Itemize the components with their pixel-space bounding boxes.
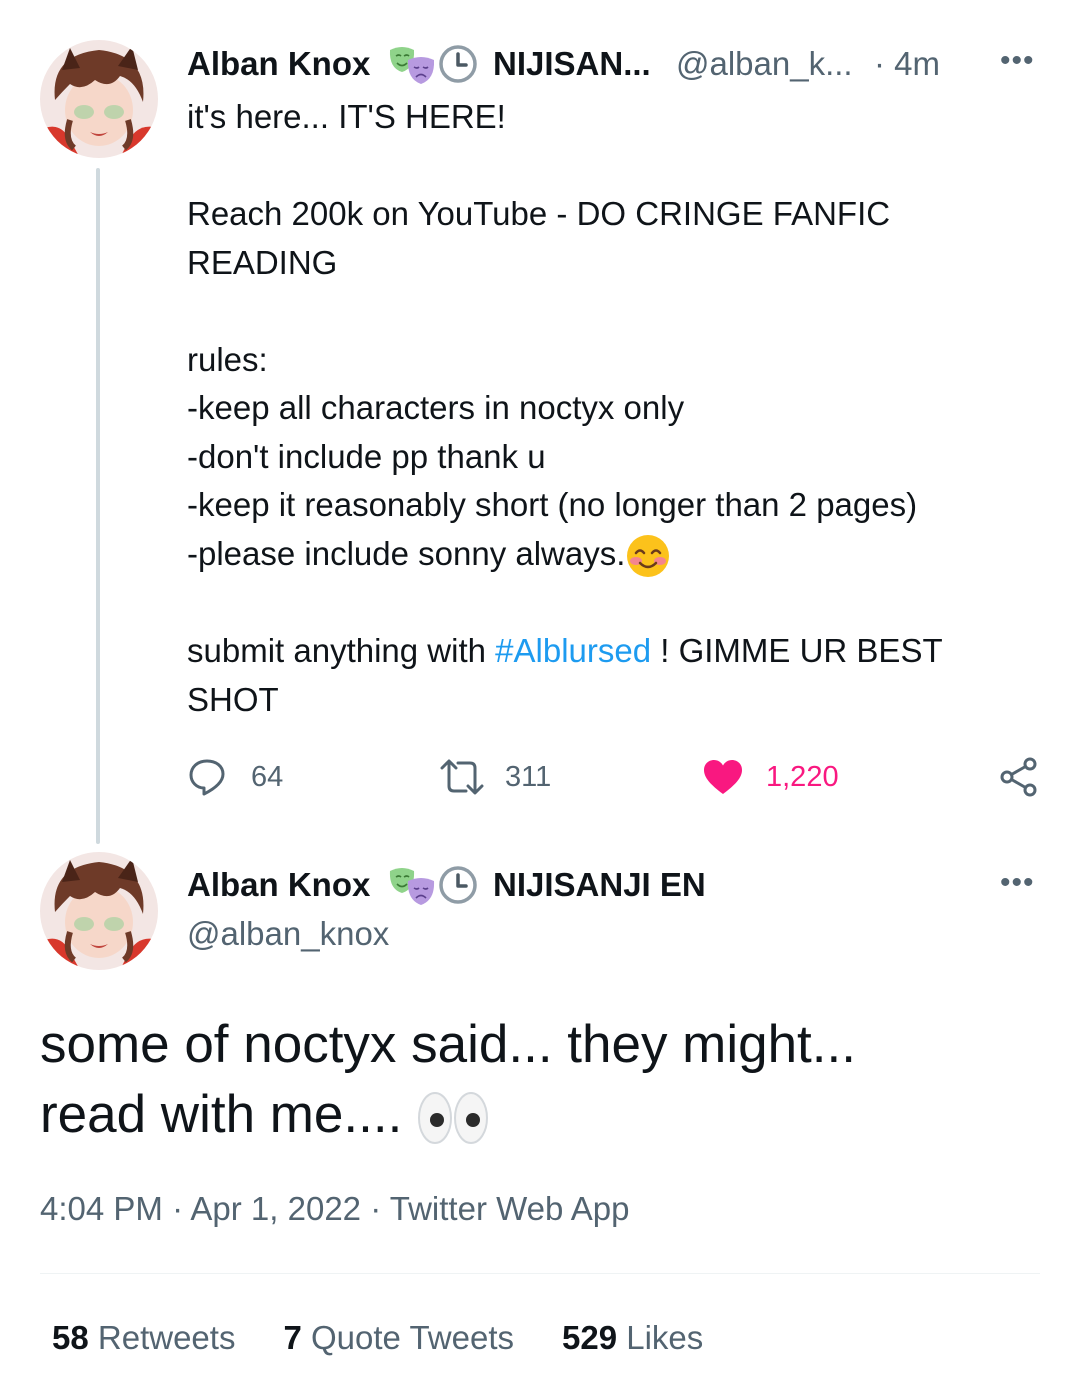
tweet-text: ! GIMME UR BEST (651, 632, 943, 670)
smiling-face-emoji (627, 534, 670, 577)
retweet-count: 311 (505, 760, 552, 793)
tweet-line: SHOT (187, 680, 279, 718)
tweet-line: -keep all characters in noctyx only (187, 389, 685, 426)
quotes-count: 7 (283, 1319, 302, 1356)
heart-icon (704, 760, 742, 794)
clock-icon (438, 44, 478, 84)
hashtag-link[interactable]: #Alblursed (495, 632, 651, 669)
reply-count: 64 (251, 760, 284, 793)
divider (40, 1273, 1040, 1274)
author-handle[interactable]: @alban_knox (187, 915, 389, 953)
author-avatar[interactable] (40, 852, 158, 970)
tweet-line: rules: (187, 340, 268, 378)
reply-icon (189, 759, 225, 796)
author-name[interactable]: Alban Knox (187, 45, 370, 83)
quote-tweets-stat[interactable]: 7 Quote Tweets (283, 1319, 514, 1357)
tweet-line: some of noctyx said... they might... (40, 1015, 856, 1074)
likes-label: Likes (626, 1319, 704, 1356)
retweets-label: Retweets (97, 1319, 236, 1356)
avatar-image (40, 852, 158, 970)
more-options-button[interactable]: ••• (1000, 866, 1035, 900)
quotes-label: Quote Tweets (310, 1319, 514, 1356)
tweet-line-with-emoji: read with me.... (40, 1080, 1040, 1150)
submit-line: submit anything with #Alblursed ! GIMME … (187, 627, 1047, 676)
author-handle[interactable]: @alban_k... (676, 45, 853, 83)
affiliation-label[interactable]: NIJISAN... (493, 45, 651, 83)
like-button[interactable]: 1,220 (703, 756, 839, 798)
tweet-line: -keep it reasonably short (no longer tha… (187, 486, 918, 523)
reply-button[interactable]: 64 (187, 756, 283, 798)
retweets-stat[interactable]: 58 Retweets (52, 1319, 235, 1357)
affiliation-label[interactable]: NIJISANJI EN (493, 866, 706, 904)
like-count: 1,220 (766, 760, 839, 793)
likes-stat[interactable]: 529 Likes (562, 1319, 703, 1357)
theater-masks-icon (388, 44, 436, 88)
eyes-emoji (418, 1092, 489, 1144)
tweet-line-with-emoji: -please include sonny always. (187, 530, 1047, 579)
author-name[interactable]: Alban Knox (187, 866, 370, 904)
thread-connector-line (96, 168, 100, 844)
tweet-line: Reach 200k on YouTube - DO CRINGE FANFIC (187, 195, 891, 232)
clock-icon (438, 865, 478, 905)
tweet-line: -please include sonny always. (187, 534, 626, 572)
more-options-button[interactable]: ••• (1000, 44, 1035, 78)
tweet-body: it's here... IT'S HERE! Reach 200k on Yo… (187, 93, 1047, 724)
share-icon[interactable] (999, 757, 1039, 797)
avatar-image (40, 40, 158, 158)
tweet-time[interactable]: · 4m (874, 45, 940, 83)
tweet-line: read with me.... (40, 1085, 403, 1144)
tweet-line: READING (187, 243, 338, 281)
retweet-icon (440, 759, 484, 795)
theater-masks-icon (388, 865, 436, 909)
tweet-body: some of noctyx said... they might... rea… (40, 1010, 1040, 1150)
author-avatar[interactable] (40, 40, 158, 158)
likes-count: 529 (562, 1319, 618, 1356)
tweet-timestamp[interactable]: 4:04 PM · Apr 1, 2022 · Twitter Web App (40, 1190, 629, 1228)
retweet-button[interactable]: 311 (438, 756, 551, 798)
engagement-stats: 58 Retweets 7 Quote Tweets 529 Likes (52, 1319, 703, 1357)
retweets-count: 58 (52, 1319, 89, 1356)
tweet-line: it's here... IT'S HERE! (187, 98, 506, 135)
tweet-text: submit anything with (187, 632, 496, 670)
tweet-line: -don't include pp thank u (187, 437, 546, 475)
